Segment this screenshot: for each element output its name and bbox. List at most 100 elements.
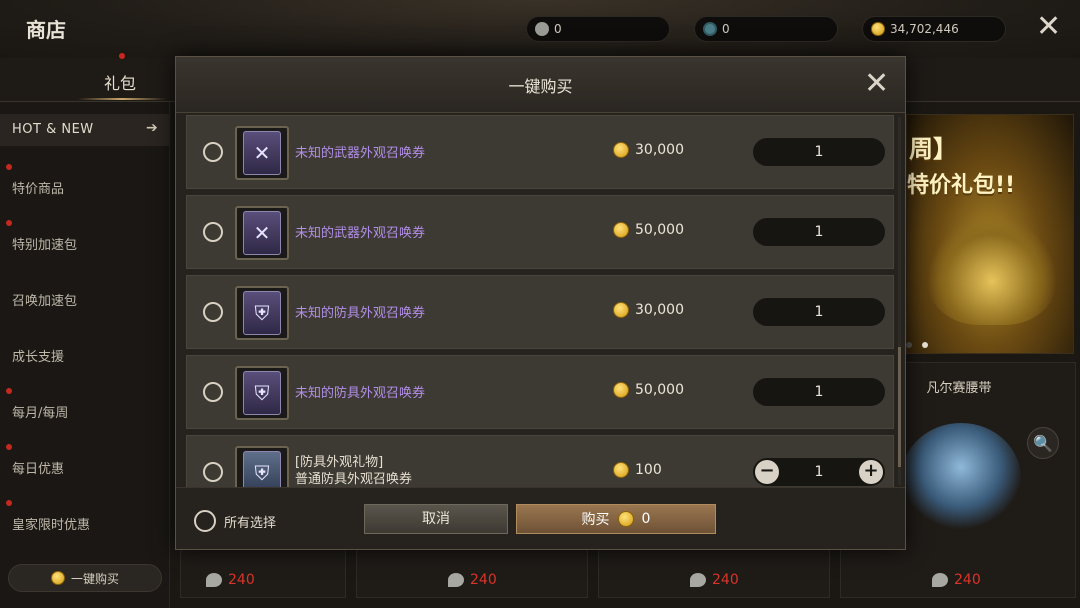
currency-value: 34,702,446 — [890, 22, 959, 36]
sidebar-item-daily-deals[interactable]: 每日优惠 — [12, 458, 64, 477]
notification-dot — [6, 444, 12, 450]
arrow-right-icon: ➔ — [146, 120, 159, 136]
quantity-stepper[interactable]: 1 — [753, 378, 885, 406]
select-all-radio[interactable] — [194, 510, 216, 532]
list-item[interactable]: ✕ 未知的武器外观召唤券 30,000 1 — [186, 115, 894, 189]
zoom-button[interactable]: 🔍 — [1027, 427, 1059, 459]
quantity-stepper[interactable]: 1 — [753, 298, 885, 326]
item-name: 未知的武器外观召唤券 — [295, 146, 426, 161]
dialog-header: 一键购买 ✕ — [176, 57, 905, 113]
price-value: 240 — [712, 572, 739, 588]
sidebar-item-specials[interactable]: 特价商品 — [12, 178, 64, 197]
item-name-line: 普通防具外观召唤券 — [295, 472, 413, 487]
item-name: [防具外观礼物] 普通防具外观召唤券 — [295, 454, 412, 487]
gold-coin-icon — [613, 302, 629, 318]
product-card[interactable] — [180, 548, 346, 598]
buy-button[interactable]: 购买 0 — [516, 504, 716, 534]
feather-icon — [448, 573, 464, 587]
item-name-line: [防具外观礼物] — [295, 455, 384, 470]
weapon-ticket-icon: ✕ — [235, 126, 289, 180]
item-price: 50,000 — [613, 382, 684, 398]
cancel-button[interactable]: 取消 — [364, 504, 508, 534]
page-title: 商店 — [26, 18, 66, 42]
item-name: 未知的防具外观召唤券 — [295, 306, 426, 321]
item-list[interactable]: ✕ 未知的武器外观召唤券 30,000 1 ✕ 未知的武器外观召唤券 50,00… — [186, 115, 894, 487]
currency-value: 0 — [554, 22, 562, 36]
gold-coin-icon — [613, 382, 629, 398]
sidebar-item-monthly-weekly[interactable]: 每月/每周 — [12, 402, 68, 421]
dialog-footer: 所有选择 取消 购买 0 — [176, 487, 905, 549]
currency-gem: 0 — [694, 16, 838, 42]
price-value: 240 — [228, 572, 255, 588]
sidebar-item-royal-limited[interactable]: 皇家限时优惠 — [12, 514, 90, 533]
item-select-radio[interactable] — [203, 462, 223, 482]
price-tag: 240 — [206, 572, 255, 588]
sidebar-item-growth-support[interactable]: 成长支援 — [12, 346, 64, 365]
tab-gift-pack[interactable]: 礼包 — [104, 70, 136, 94]
gold-coin-icon — [871, 22, 885, 36]
quantity-value: 1 — [814, 224, 824, 240]
item-select-radio[interactable] — [203, 142, 223, 162]
item-price: 50,000 — [613, 222, 684, 238]
item-select-radio[interactable] — [203, 382, 223, 402]
item-price: 30,000 — [613, 302, 684, 318]
select-all-label[interactable]: 所有选择 — [224, 512, 276, 531]
notification-dot — [6, 164, 12, 170]
scrollbar-thumb[interactable] — [898, 347, 901, 467]
list-item[interactable]: ✕ 未知的武器外观召唤券 50,000 1 — [186, 195, 894, 269]
quantity-value: 1 — [814, 464, 824, 480]
quantity-stepper[interactable]: 1 — [753, 218, 885, 246]
sidebar-item-hot-new[interactable]: HOT & NEW ➔ — [0, 114, 170, 146]
feather-icon — [932, 573, 948, 587]
feather-icon — [535, 22, 549, 36]
feather-icon — [690, 573, 706, 587]
feather-icon — [206, 573, 222, 587]
price-tag: 240 — [932, 572, 981, 588]
gold-coin-icon — [613, 142, 629, 158]
notification-dot — [6, 220, 12, 226]
treasure-image — [927, 215, 1057, 325]
armor-ticket-icon: ⛨ — [235, 286, 289, 340]
item-select-radio[interactable] — [203, 302, 223, 322]
quantity-value: 1 — [814, 384, 824, 400]
item-price: 30,000 — [613, 142, 684, 158]
close-icon: ✕ — [864, 66, 890, 101]
list-item[interactable]: ⛨ [防具外观礼物] 普通防具外观召唤券 100 − 1 + — [186, 435, 894, 487]
item-select-radio[interactable] — [203, 222, 223, 242]
top-bar: 商店 0 0 34,702,446 ✕ — [0, 0, 1080, 58]
close-icon: ✕ — [1036, 9, 1062, 44]
quantity-value: 1 — [814, 304, 824, 320]
carousel-dot[interactable] — [906, 342, 912, 348]
gold-coin-icon — [613, 462, 629, 478]
banner-title: 周】 — [909, 135, 957, 163]
price-value: 240 — [470, 572, 497, 588]
price-value: 240 — [954, 572, 981, 588]
close-dialog-button[interactable]: ✕ — [864, 69, 889, 99]
armor-ticket-icon: ⛨ — [235, 366, 289, 420]
belt-image — [901, 423, 1021, 533]
minus-button[interactable]: − — [755, 460, 779, 484]
one-click-buy-button[interactable]: 一键购买 — [8, 564, 162, 592]
plus-button[interactable]: + — [859, 460, 883, 484]
list-item[interactable]: ⛨ 未知的防具外观召唤券 50,000 1 — [186, 355, 894, 429]
one-click-buy-dialog: 一键购买 ✕ ✕ 未知的武器外观召唤券 30,000 1 ✕ 未知的武器外观召唤… — [175, 56, 906, 550]
sidebar-item-special-boost[interactable]: 特别加速包 — [12, 234, 77, 253]
button-label: 一键购买 — [70, 571, 119, 586]
dialog-title: 一键购买 — [508, 77, 573, 96]
quantity-stepper[interactable]: − 1 + — [753, 458, 885, 486]
promo-banner[interactable]: 周】 特价礼包!! — [906, 114, 1074, 354]
notification-dot — [119, 53, 125, 59]
gold-coin-icon — [617, 511, 634, 527]
sidebar-item-summon-boost[interactable]: 召唤加速包 — [12, 290, 77, 309]
item-name: 未知的防具外观召唤券 — [295, 386, 426, 401]
list-item[interactable]: ⛨ 未知的防具外观召唤券 30,000 1 — [186, 275, 894, 349]
close-shop-button[interactable]: ✕ — [1036, 12, 1061, 42]
buy-total: 0 — [641, 511, 651, 527]
gold-coin-icon — [613, 222, 629, 238]
quantity-stepper[interactable]: 1 — [753, 138, 885, 166]
gold-coin-icon — [50, 571, 65, 585]
carousel-dot-active[interactable] — [922, 342, 928, 348]
currency-value: 0 — [722, 22, 730, 36]
weapon-ticket-icon: ✕ — [235, 206, 289, 260]
item-name: 未知的武器外观召唤券 — [295, 226, 426, 241]
